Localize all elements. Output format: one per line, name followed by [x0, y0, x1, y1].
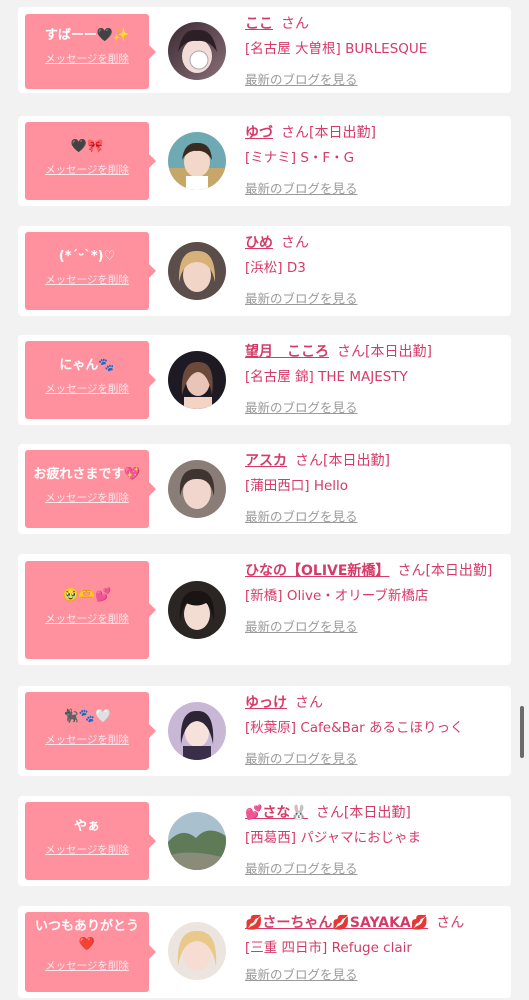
cast-name-link[interactable]: ひなの【OLIVE新橋】 — [245, 563, 389, 579]
delete-message-link[interactable]: メッセージを削除 — [45, 162, 129, 177]
work-status: [本日出勤] — [365, 344, 432, 360]
message-text: (*ˊᵕˋ*)♡ — [58, 249, 116, 264]
avatar[interactable] — [168, 702, 226, 760]
cast-info: ひめ さん [浜松] D3 最新のブログを見る — [245, 234, 497, 307]
cast-name-link[interactable]: 💋さーちゃん💋SAYAKA💋 — [245, 915, 428, 931]
avatar[interactable] — [168, 812, 226, 870]
message-text: 🥹🫶💕 — [62, 588, 112, 603]
avatar[interactable] — [168, 132, 226, 190]
cast-name-link[interactable]: ゆづ — [245, 125, 273, 141]
scrollbar[interactable] — [520, 706, 524, 758]
cast-info: アスカ さん[本日出勤] [蒲田西口] Hello 最新のブログを見る — [245, 452, 497, 525]
avatar[interactable] — [168, 351, 226, 409]
latest-blog-link[interactable]: 最新のブログを見る — [245, 506, 358, 525]
shop-text: [ミナミ] S・F・G — [245, 150, 355, 166]
avatar[interactable] — [168, 22, 226, 80]
message-text: すばーー🖤✨ — [44, 28, 130, 43]
message-bubble: すばーー🖤✨ メッセージを削除 — [25, 14, 156, 89]
message-card: 🐈‍⬛🐾🤍 メッセージを削除 ゆっけ さん [秋葉原] Cafe&Bar あるこほ… — [18, 686, 511, 776]
message-card: 🥹🫶💕 メッセージを削除 ひなの【OLIVE新橋】 さん[本日出勤] [新橋] O… — [18, 554, 511, 665]
san-label: さん — [337, 344, 365, 360]
message-card: (*ˊᵕˋ*)♡ メッセージを削除 ひめ さん [浜松] D3 最新のブログを見る — [18, 226, 511, 316]
message-bubble: (*ˊᵕˋ*)♡ メッセージを削除 — [25, 232, 156, 310]
latest-blog-link[interactable]: 最新のブログを見る — [245, 69, 358, 88]
latest-blog-link[interactable]: 最新のブログを見る — [245, 288, 358, 307]
message-card: いつもありがとう ❤️ メッセージを削除 💋さーちゃん💋SAYAKA💋 さん [三… — [18, 906, 511, 998]
avatar[interactable] — [168, 242, 226, 300]
work-status: [本日出勤] — [309, 125, 376, 141]
message-bubble: やぁ メッセージを削除 — [25, 802, 156, 880]
delete-message-link[interactable]: メッセージを削除 — [45, 272, 129, 287]
cast-name-link[interactable]: ゆっけ — [245, 695, 287, 711]
latest-blog-link[interactable]: 最新のブログを見る — [245, 964, 358, 983]
message-card: にゃん🐾 メッセージを削除 望月 こころ さん[本日出勤] [名古屋 錦] THE… — [18, 335, 511, 425]
message-text: 🖤🎀 — [70, 139, 104, 154]
latest-blog-link[interactable]: 最新のブログを見る — [245, 178, 358, 197]
shop-text: [秋葉原] Cafe&Bar あるこほりっく — [245, 720, 464, 736]
message-card: すばーー🖤✨ メッセージを削除 ここ さん [名古屋 大曽根] BURLESQUE… — [18, 7, 511, 93]
message-bubble: にゃん🐾 メッセージを削除 — [25, 341, 156, 419]
message-bubble: 🖤🎀 メッセージを削除 — [25, 122, 156, 200]
message-text: にゃん🐾 — [59, 358, 115, 373]
shop-text: [西葛西] パジャマにおじゃま — [245, 830, 422, 846]
message-card: お疲れさまです💖 メッセージを削除 アスカ さん[本日出勤] [蒲田西口] Hel… — [18, 444, 511, 534]
san-label: さん — [295, 695, 323, 711]
cast-info: ゆづ さん[本日出勤] [ミナミ] S・F・G 最新のブログを見る — [245, 124, 497, 197]
cast-info: 💋さーちゃん💋SAYAKA💋 さん [三重 四日市] Refuge clair 最… — [245, 914, 497, 983]
shop-text: [新橋] Olive・オリーブ新橋店 — [245, 588, 429, 604]
shop-text: [浜松] D3 — [245, 260, 306, 276]
delete-message-link[interactable]: メッセージを削除 — [45, 51, 129, 66]
shop-text: [三重 四日市] Refuge clair — [245, 940, 412, 956]
latest-blog-link[interactable]: 最新のブログを見る — [245, 397, 358, 416]
message-bubble: いつもありがとう ❤️ メッセージを削除 — [25, 912, 156, 992]
message-card: 🖤🎀 メッセージを削除 ゆづ さん[本日出勤] [ミナミ] S・F・G 最新のブロ… — [18, 116, 511, 206]
cast-name-link[interactable]: アスカ — [245, 453, 287, 469]
work-status: [本日出勤] — [343, 805, 411, 821]
delete-message-link[interactable]: メッセージを削除 — [45, 490, 129, 505]
cast-name-link[interactable]: ここ — [245, 16, 273, 32]
san-label: さん — [315, 805, 344, 821]
avatar[interactable] — [168, 460, 226, 518]
cast-name-link[interactable]: 💕さな🐰 — [245, 805, 308, 821]
cast-info: 💕さな🐰 さん[本日出勤] [西葛西] パジャマにおじゃま 最新のブログを見る — [245, 804, 497, 877]
work-status: [本日出勤] — [425, 563, 493, 579]
cast-name-link[interactable]: 望月 こころ — [245, 344, 329, 360]
latest-blog-link[interactable]: 最新のブログを見る — [245, 858, 358, 877]
delete-message-link[interactable]: メッセージを削除 — [45, 381, 129, 396]
cast-info: ひなの【OLIVE新橋】 さん[本日出勤] [新橋] Olive・オリーブ新橋店 … — [245, 562, 497, 635]
shop-text: [名古屋 錦] THE MAJESTY — [245, 369, 408, 385]
cast-info: ゆっけ さん [秋葉原] Cafe&Bar あるこほりっく 最新のブログを見る — [245, 694, 497, 767]
delete-message-link[interactable]: メッセージを削除 — [45, 611, 129, 626]
shop-text: [名古屋 大曽根] BURLESQUE — [245, 41, 428, 57]
san-label: さん — [295, 453, 323, 469]
message-card: やぁ メッセージを削除 💕さな🐰 さん[本日出勤] [西葛西] パジャマにおじゃま… — [18, 796, 511, 886]
message-bubble: お疲れさまです💖 メッセージを削除 — [25, 450, 156, 528]
avatar[interactable] — [168, 581, 226, 639]
latest-blog-link[interactable]: 最新のブログを見る — [245, 748, 358, 767]
cast-name-link[interactable]: ひめ — [245, 235, 273, 251]
san-label: さん — [436, 915, 465, 931]
cast-info: ここ さん [名古屋 大曽根] BURLESQUE 最新のブログを見る — [245, 15, 497, 88]
san-label: さん — [281, 235, 309, 251]
latest-blog-link[interactable]: 最新のブログを見る — [245, 616, 358, 635]
message-bubble: 🐈‍⬛🐾🤍 メッセージを削除 — [25, 692, 156, 770]
shop-text: [蒲田西口] Hello — [245, 478, 349, 494]
message-bubble: 🥹🫶💕 メッセージを削除 — [25, 561, 156, 659]
delete-message-link[interactable]: メッセージを削除 — [45, 842, 129, 857]
delete-message-link[interactable]: メッセージを削除 — [45, 958, 129, 973]
message-text: 🐈‍⬛🐾🤍 — [62, 709, 112, 724]
message-text: いつもありがとう ❤️ — [34, 919, 139, 952]
san-label: さん — [281, 125, 309, 141]
avatar[interactable] — [168, 922, 226, 980]
message-text: お疲れさまです💖 — [33, 467, 141, 482]
work-status: [本日出勤] — [323, 453, 390, 469]
cast-info: 望月 こころ さん[本日出勤] [名古屋 錦] THE MAJESTY 最新のブロ… — [245, 343, 497, 416]
message-text: やぁ — [73, 819, 100, 834]
delete-message-link[interactable]: メッセージを削除 — [45, 732, 129, 747]
san-label: さん — [397, 563, 426, 579]
san-label: さん — [281, 16, 309, 32]
